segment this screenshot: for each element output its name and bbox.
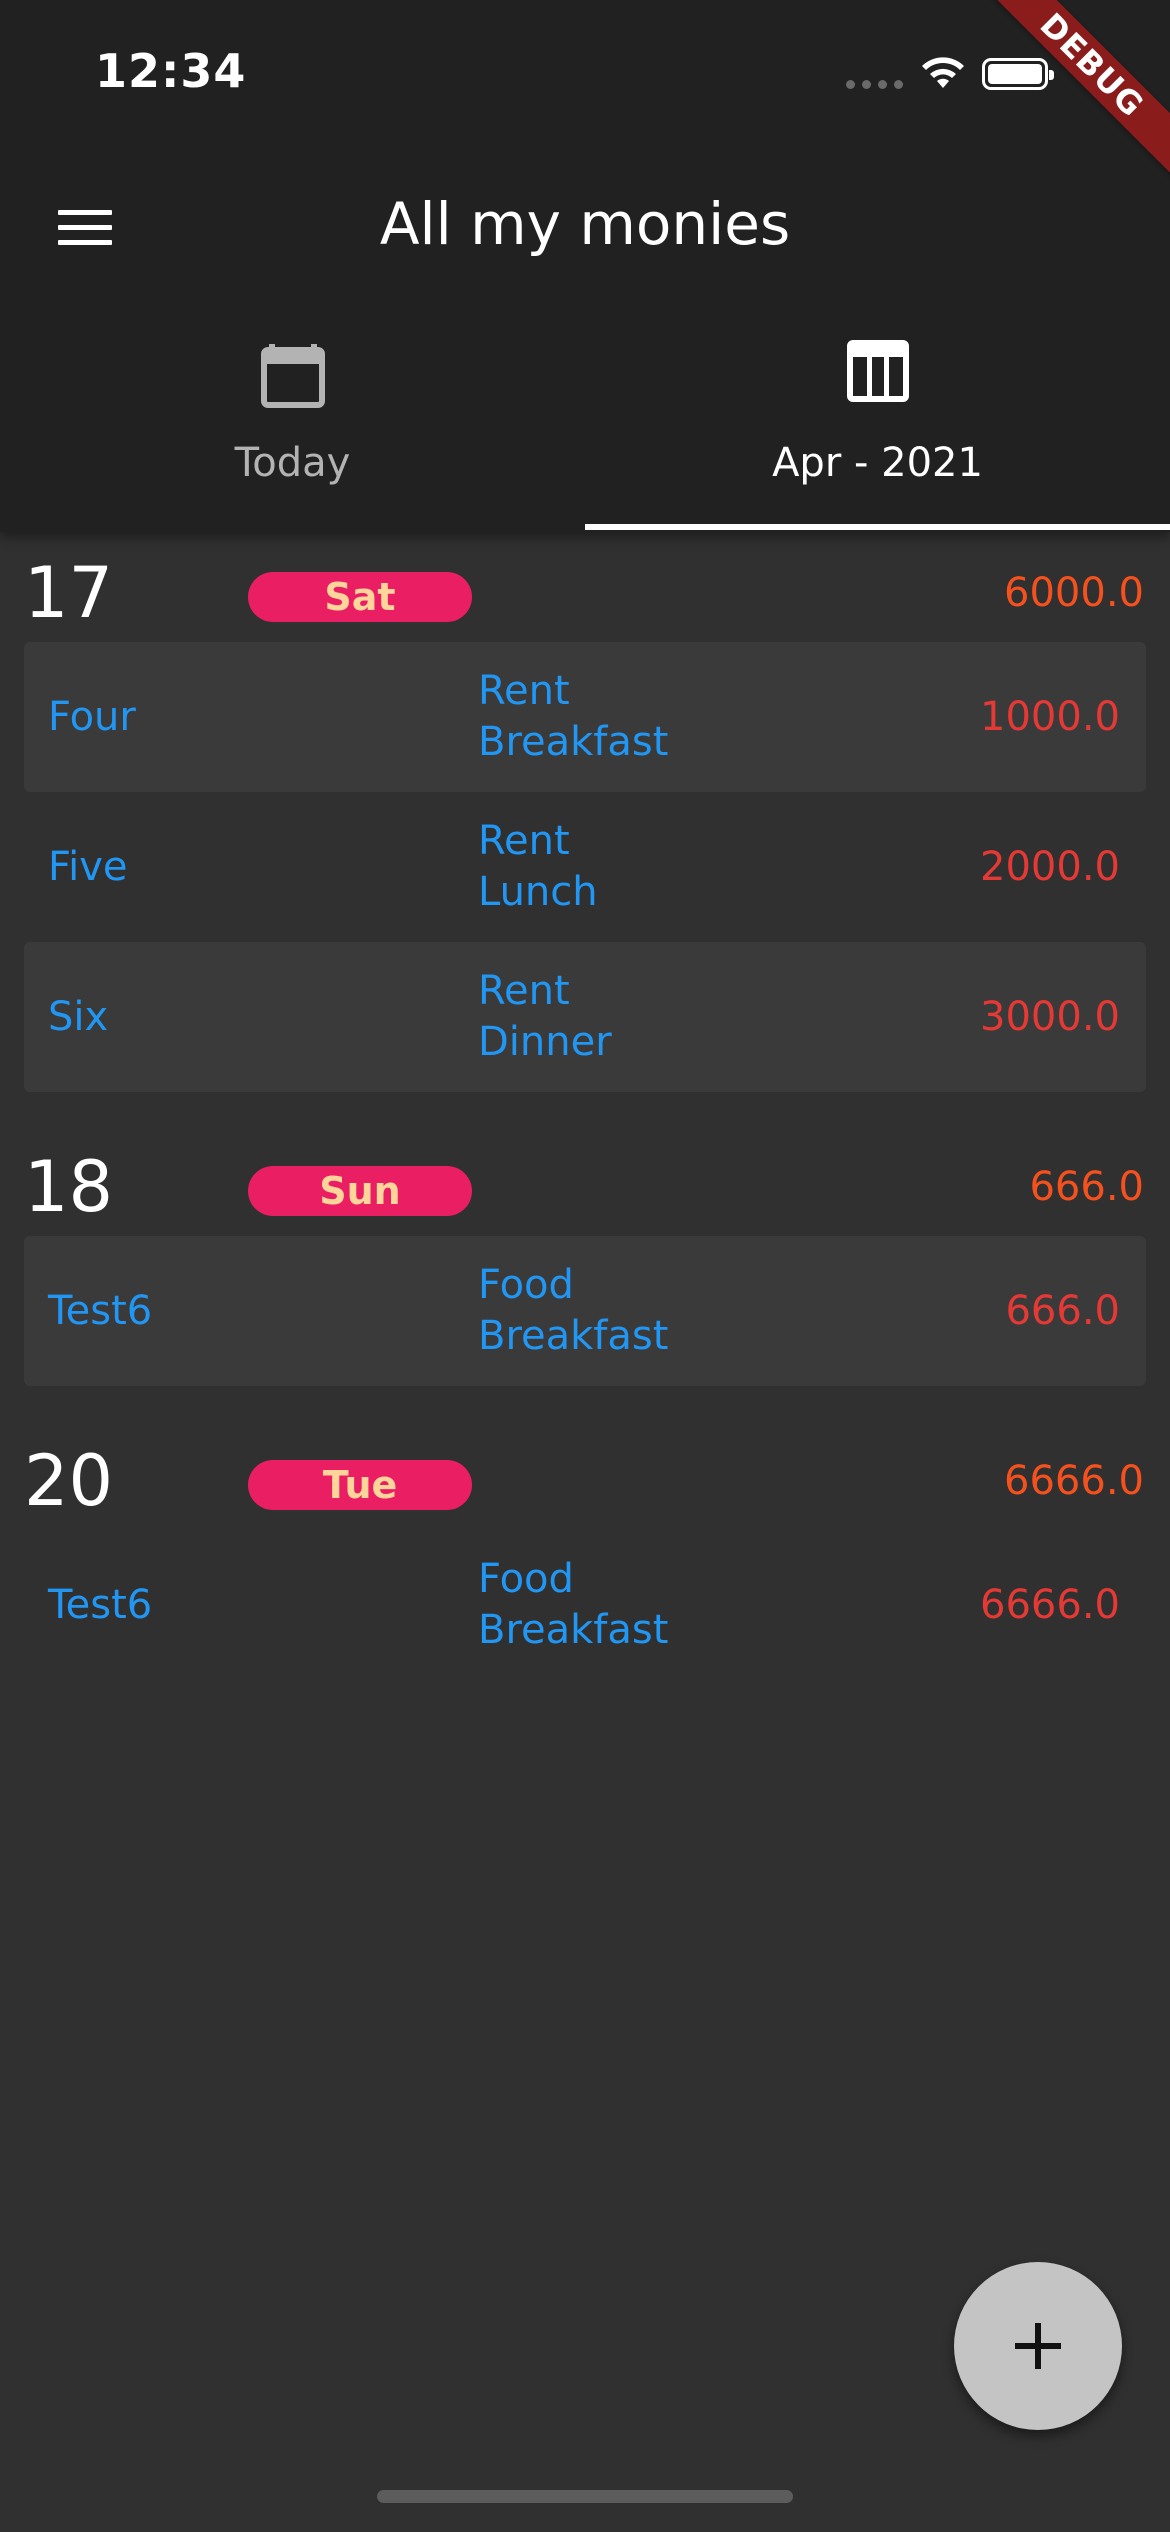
entry-category: Rent Breakfast [478,666,668,768]
category-label: Food [478,1262,574,1308]
entry-category: Rent Lunch [478,816,598,918]
category-label: Rent [478,818,570,864]
subcategory-label: Breakfast [478,1607,669,1653]
subcategory-label: Lunch [478,869,598,915]
wifi-icon [922,57,964,88]
calendar-icon [260,344,325,408]
tab-indicator [585,524,1170,530]
list-item[interactable]: Five Rent Lunch 2000.0 [24,792,1146,942]
day-header: 18 Sun 666.0 [0,1126,1170,1236]
weekday-badge: Sun [248,1166,472,1216]
tab-today-label: Today [234,440,351,486]
battery-icon [982,58,1054,90]
subcategory-label: Dinner [478,1019,612,1065]
day-number: 17 [24,552,114,634]
entry-category: Rent Dinner [478,966,612,1068]
signal-icon [846,80,903,89]
entry-name: Test6 [48,1582,153,1628]
entry-category: Food Breakfast [478,1260,668,1362]
day-header: 17 Sat 6000.0 [0,532,1170,642]
entry-name: Test6 [48,1288,153,1334]
entry-name: Six [48,994,109,1040]
list-item[interactable]: Four Rent Breakfast 1000.0 [24,642,1146,792]
day-number: 18 [24,1146,114,1228]
entry-category: Food Breakfast [478,1554,668,1656]
table-icon [846,340,909,402]
weekday-badge: Tue [248,1460,472,1510]
entry-amount: 666.0 [1005,1288,1120,1334]
entry-amount: 1000.0 [980,694,1120,740]
add-transaction-button[interactable] [954,2262,1122,2430]
day-number: 20 [24,1440,114,1522]
entry-amount: 3000.0 [980,994,1120,1040]
day-header: 20 Tue 6666.0 [0,1420,1170,1530]
list-item[interactable]: Test6 Food Breakfast 6666.0 [24,1530,1146,1680]
day-total: 6000.0 [1004,570,1144,616]
entry-amount: 2000.0 [980,844,1120,890]
day-total: 6666.0 [1004,1458,1144,1504]
tab-today[interactable]: Today [0,320,585,532]
plus-icon [1015,2323,1061,2369]
page-title: All my monies [379,190,791,258]
category-label: Rent [478,968,570,1014]
app-bar: 12:34 DEBUG All my monies Today Apr - 20… [0,0,1170,532]
subcategory-label: Breakfast [478,1313,669,1359]
tab-bar: Today Apr - 2021 [0,320,1170,532]
tab-month-label: Apr - 2021 [772,440,983,486]
category-label: Rent [478,668,570,714]
status-time: 12:34 [95,44,247,98]
list-item[interactable]: Test6 Food Breakfast 666.0 [24,1236,1146,1386]
list-item[interactable]: Six Rent Dinner 3000.0 [24,942,1146,1092]
tab-month[interactable]: Apr - 2021 [585,320,1170,532]
entry-name: Five [48,844,128,890]
subcategory-label: Breakfast [478,719,669,765]
home-indicator [377,2490,793,2503]
weekday-badge: Sat [248,572,472,622]
transaction-list: 17 Sat 6000.0 Four Rent Breakfast 1000.0… [0,532,1170,1680]
category-label: Food [478,1556,574,1602]
day-total: 666.0 [1029,1164,1144,1210]
entry-amount: 6666.0 [980,1582,1120,1628]
entry-name: Four [48,694,136,740]
